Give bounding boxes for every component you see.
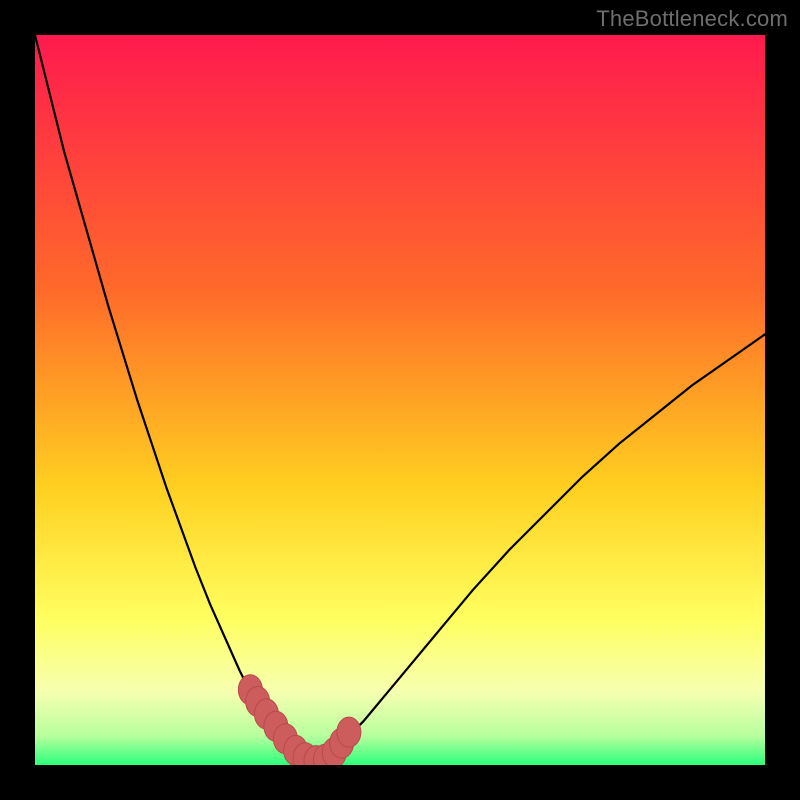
marker-dot	[337, 717, 361, 747]
watermark-text: TheBottleneck.com	[596, 6, 788, 32]
gradient-background	[35, 35, 765, 765]
plot-area	[35, 35, 765, 765]
chart-frame: TheBottleneck.com	[0, 0, 800, 800]
chart-svg	[35, 35, 765, 765]
